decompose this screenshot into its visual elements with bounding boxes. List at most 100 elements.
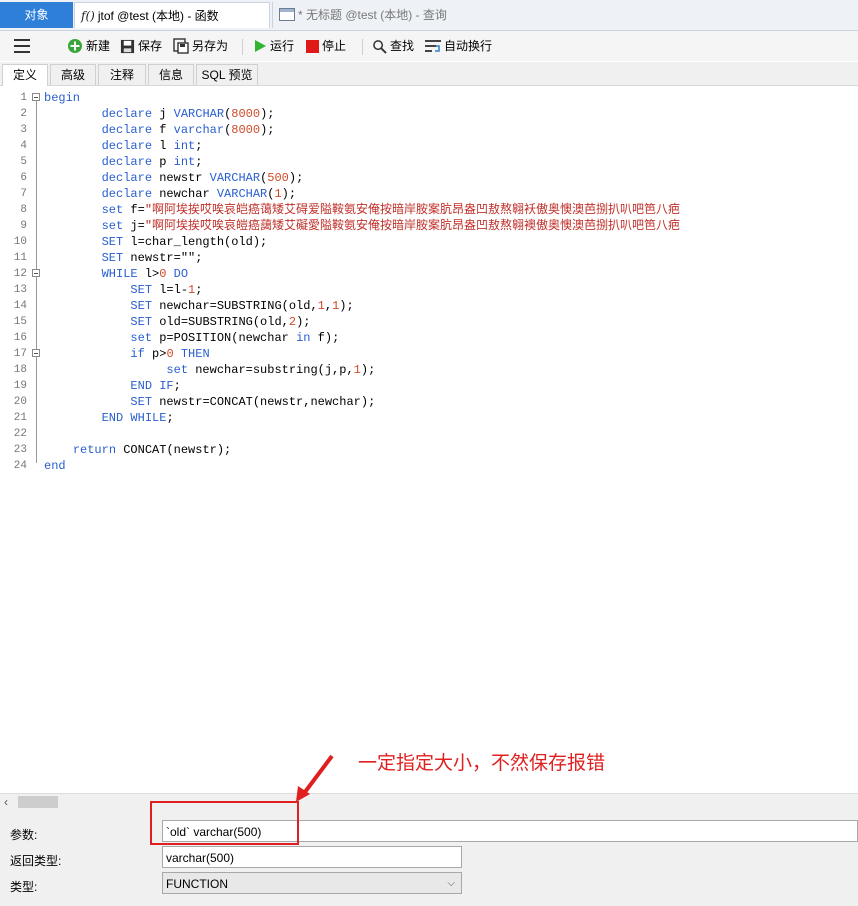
line-number: 1 — [20, 92, 27, 104]
code-line[interactable]: 1 begin — [0, 90, 858, 106]
code-line[interactable]: 16 set p=POSITION(newchar in f); — [0, 330, 858, 346]
word-wrap-button[interactable]: 自动换行 — [425, 37, 492, 55]
fold-toggle-icon[interactable] — [32, 93, 40, 101]
code-line[interactable]: 20 SET newstr=CONCAT(newstr,newchar); — [0, 394, 858, 410]
code-line[interactable]: 15 SET old=SUBSTRING(old,2); — [0, 314, 858, 330]
code-line[interactable]: 24 end — [0, 458, 858, 474]
line-number: 16 — [13, 332, 27, 344]
code-line[interactable]: 23 return CONCAT(newstr); — [0, 442, 858, 458]
code-text: SET old=SUBSTRING(old,2); — [130, 315, 311, 329]
document-tab-bar: 对象 f() jtof @test (本地) - 函数 * 无标题 @test (… — [0, 0, 858, 31]
fold-toggle-icon[interactable] — [32, 269, 40, 277]
subtab-definition[interactable]: 定义 — [2, 64, 48, 86]
annotation-arrow-icon — [296, 754, 334, 802]
code-text: WHILE l>0 DO — [101, 267, 189, 281]
subtab-comment[interactable]: 注释 — [98, 64, 146, 85]
code-line[interactable]: 4 declare l int; — [0, 138, 858, 154]
code-text: end — [44, 459, 66, 473]
code-line[interactable]: 10 SET l=char_length(old); — [0, 234, 858, 250]
code-line[interactable]: 3 declare f varchar(8000); — [0, 122, 858, 138]
code-line[interactable]: 9 set j="啊阿埃挨哎唉哀皚癌藹矮艾礙愛隘鞍氨安俺按暗岸胺案肮昂盎凹敖熬翱… — [0, 218, 858, 234]
subtab-info[interactable]: 信息 — [148, 64, 194, 85]
find-button-label: 查找 — [390, 39, 415, 53]
find-button[interactable]: 查找 — [372, 37, 414, 55]
code-line[interactable]: 21 END WHILE; — [0, 410, 858, 426]
code-line[interactable]: 22 — [0, 426, 858, 442]
code-line[interactable]: 13 SET l=l-1; — [0, 282, 858, 298]
tab-query-label: * 无标题 @test (本地) - 查询 — [298, 8, 447, 22]
code-text: begin — [44, 91, 81, 105]
new-button[interactable]: 新建 — [67, 37, 110, 55]
code-text: END WHILE; — [101, 411, 174, 425]
line-number: 4 — [20, 140, 27, 152]
tab-function-label: jtof @test (本地) - 函数 — [97, 9, 219, 23]
stop-square-icon — [306, 39, 319, 53]
code-line[interactable]: 5 declare p int; — [0, 154, 858, 170]
line-number: 5 — [20, 156, 27, 168]
line-number: 22 — [13, 428, 27, 440]
run-play-icon — [255, 40, 266, 52]
save-as-icon — [173, 38, 189, 54]
save-as-button[interactable]: 另存为 — [173, 37, 228, 55]
code-line[interactable]: 7 declare newchar VARCHAR(1); — [0, 186, 858, 202]
code-text: SET newstr=CONCAT(newstr,newchar); — [130, 395, 376, 409]
code-line[interactable]: 2 declare j VARCHAR(8000); — [0, 106, 858, 122]
code-text: SET newchar=SUBSTRING(old,1,1); — [130, 299, 354, 313]
function-properties-panel: 参数: `old` varchar(500) 返回类型: varchar(500… — [0, 810, 858, 906]
code-line[interactable]: 19 END IF; — [0, 378, 858, 394]
line-number: 20 — [13, 396, 27, 408]
run-button[interactable]: 运行 — [253, 37, 294, 55]
tab-function-editor[interactable]: f() jtof @test (本地) - 函数 — [74, 2, 270, 28]
subtab-sql-preview[interactable]: SQL 预览 — [196, 64, 258, 85]
code-editor[interactable]: 1 begin 2 declare j VARCHAR(8000); 3 declar… — [0, 88, 858, 793]
line-number: 14 — [13, 300, 27, 312]
toolbar-divider — [242, 39, 243, 55]
new-plus-icon — [68, 39, 82, 53]
type-select-value: FUNCTION — [166, 877, 228, 891]
line-number: 15 — [13, 316, 27, 328]
code-line[interactable]: 6 declare newstr VARCHAR(500); — [0, 170, 858, 186]
stop-button[interactable]: 停止 — [306, 37, 346, 55]
editor-toolbar: 新建 保存 另存为 运行 停止 查找 自动换行 — [0, 31, 858, 61]
search-icon — [373, 39, 387, 54]
subtab-advanced[interactable]: 高级 — [50, 64, 96, 85]
tab-query[interactable]: * 无标题 @test (本地) - 查询 — [272, 2, 858, 28]
horizontal-scrollbar[interactable]: ‹ — [0, 793, 858, 810]
save-as-button-label: 另存为 — [192, 39, 229, 53]
line-number: 12 — [13, 268, 27, 280]
chevron-down-icon: ⌵ — [447, 878, 455, 889]
line-number: 11 — [13, 252, 27, 264]
code-text: SET l=l-1; — [130, 283, 203, 297]
word-wrap-icon — [425, 39, 441, 52]
return-type-input[interactable]: varchar(500) — [162, 846, 462, 868]
code-line[interactable]: 11 SET newstr=""; — [0, 250, 858, 266]
query-table-icon — [279, 8, 295, 21]
save-button[interactable]: 保存 — [120, 37, 162, 55]
code-text: set p=POSITION(newchar in f); — [130, 331, 340, 345]
toolbar-divider — [362, 39, 363, 55]
line-number: 7 — [20, 188, 27, 200]
fold-toggle-icon[interactable] — [32, 349, 40, 357]
line-number: 18 — [13, 364, 27, 376]
annotation-note: 一定指定大小，不然保存报错 — [358, 752, 606, 774]
code-text: SET newstr=""; — [101, 251, 203, 265]
code-line[interactable]: 14 SET newchar=SUBSTRING(old,1,1); — [0, 298, 858, 314]
code-line[interactable]: 18 set newchar=substring(j,p,1); — [0, 362, 858, 378]
code-text: SET l=char_length(old); — [101, 235, 268, 249]
function-icon: f() — [81, 9, 95, 23]
line-number: 21 — [13, 412, 27, 424]
code-line[interactable]: 8 set f="啊阿埃挨哎唉哀皑癌蔼矮艾碍爱隘鞍氨安俺按暗岸胺案肮昂盎凹敖熬翱… — [0, 202, 858, 218]
code-text: declare newstr VARCHAR(500); — [101, 171, 304, 185]
type-select[interactable]: FUNCTION ⌵ — [162, 872, 462, 894]
line-number: 17 — [13, 348, 27, 360]
line-number: 6 — [20, 172, 27, 184]
scrollbar-thumb[interactable] — [18, 796, 58, 808]
menu-icon[interactable] — [14, 39, 30, 53]
scroll-left-icon[interactable]: ‹ — [4, 794, 8, 810]
tab-objects[interactable]: 对象 — [0, 2, 73, 28]
code-line[interactable]: 12 WHILE l>0 DO — [0, 266, 858, 282]
line-number: 13 — [13, 284, 27, 296]
line-number: 24 — [13, 460, 27, 472]
code-line[interactable]: 17 if p>0 THEN — [0, 346, 858, 362]
line-number: 2 — [20, 108, 27, 120]
